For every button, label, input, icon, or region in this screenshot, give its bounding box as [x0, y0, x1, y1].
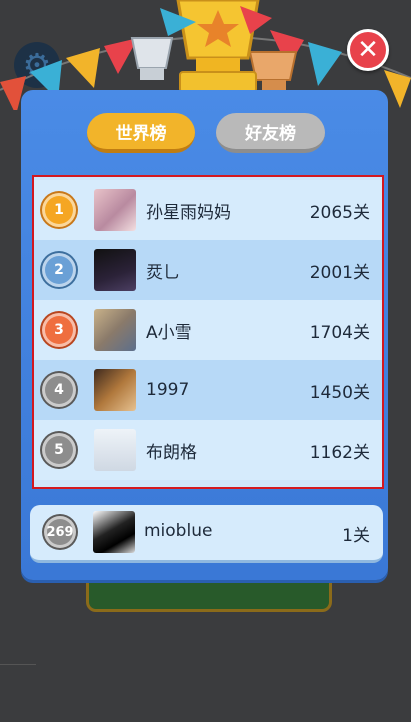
avatar — [94, 189, 136, 231]
tab-world-ranking[interactable]: 世界榜 — [87, 113, 195, 153]
rank-medal-silver: 2 — [42, 253, 76, 287]
rank-medal-bronze: 3 — [42, 313, 76, 347]
player-score: 2001关 — [309, 262, 370, 283]
my-rank-badge: 269 — [44, 516, 76, 548]
player-name: 布朗格 — [146, 442, 197, 463]
list-item[interactable]: 4 1997 1450关 — [34, 360, 382, 420]
avatar — [94, 249, 136, 291]
list-item[interactable]: 2 烎乚 2001关 — [34, 240, 382, 300]
list-item[interactable]: 1 孙星雨妈妈 2065关 — [34, 180, 382, 240]
my-name: mioblue — [144, 521, 213, 541]
avatar — [93, 511, 135, 553]
player-name: 烎乚 — [146, 262, 180, 283]
rank-medal-gold: 1 — [42, 193, 76, 227]
player-name: 1997 — [146, 380, 190, 400]
my-score: 1关 — [342, 526, 370, 546]
avatar — [94, 429, 136, 471]
player-name: A小雪 — [146, 322, 192, 343]
list-item[interactable]: 3 A小雪 1704关 — [34, 300, 382, 360]
my-rank-row[interactable]: 269 mioblue 1关 — [30, 505, 383, 563]
divider — [0, 664, 36, 665]
tab-friends-label: 好友榜 — [245, 123, 296, 144]
list-item[interactable]: 5 布朗格 1162关 — [34, 420, 382, 480]
rank-badge: 4 — [42, 373, 76, 407]
player-score: 1162关 — [309, 442, 370, 463]
tab-world-label: 世界榜 — [115, 123, 167, 144]
player-name: 孙星雨妈妈 — [146, 202, 231, 223]
close-button[interactable]: ✕ — [347, 29, 389, 71]
player-score: 1704关 — [309, 322, 370, 343]
player-score: 1450关 — [309, 382, 370, 403]
avatar — [94, 309, 136, 351]
close-icon: ✕ — [357, 35, 379, 65]
tab-friends-ranking[interactable]: 好友榜 — [216, 113, 325, 153]
leaderboard-list[interactable]: 1 孙星雨妈妈 2065关 2 烎乚 2001关 3 A小雪 1704关 4 1… — [32, 175, 384, 489]
rank-badge: 5 — [42, 433, 76, 467]
player-score: 2065关 — [309, 202, 370, 223]
avatar — [94, 369, 136, 411]
